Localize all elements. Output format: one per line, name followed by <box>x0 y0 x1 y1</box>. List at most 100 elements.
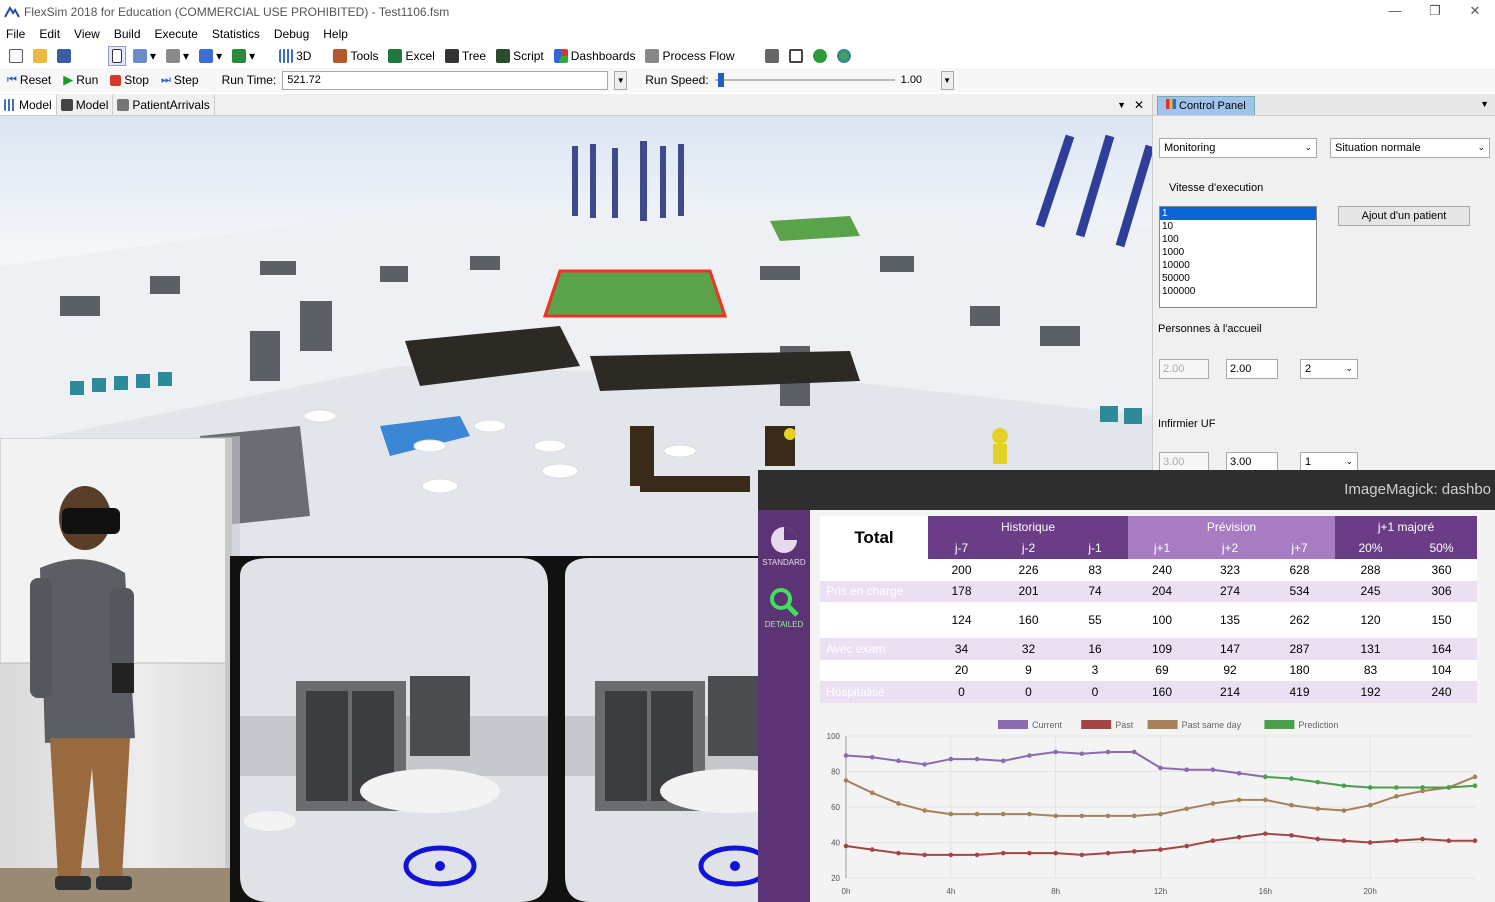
list-item[interactable]: 100000 <box>1160 285 1316 298</box>
data-point <box>843 753 849 758</box>
help-icon <box>812 49 827 63</box>
tab-patient-arrivals[interactable]: PatientArrivals <box>113 94 215 115</box>
folder-icon <box>33 49 47 63</box>
close-tab-icon[interactable]: ✕ <box>1134 98 1144 112</box>
column-header: j+1 <box>1128 537 1196 559</box>
window-button[interactable] <box>786 46 806 66</box>
new-button[interactable] <box>6 46 26 66</box>
group-button[interactable]: ▾ <box>229 46 258 66</box>
list-item[interactable]: 100 <box>1160 233 1316 246</box>
menu-file[interactable]: File <box>6 27 25 41</box>
list-item[interactable]: 1000 <box>1160 246 1316 259</box>
process-flow-icon <box>117 98 130 111</box>
data-point <box>843 778 849 783</box>
legend-swatch <box>1081 720 1112 729</box>
table-corner: Total <box>820 516 928 559</box>
tab-model-tree[interactable]: Model <box>57 94 114 115</box>
reset-label: Reset <box>19 73 52 87</box>
standard-view-button[interactable]: STANDARD <box>758 524 810 567</box>
run-button[interactable]: ▶ Run <box>60 70 101 90</box>
save-button[interactable] <box>54 46 74 66</box>
person-with-headset-image <box>0 438 232 902</box>
list-item[interactable]: 10000 <box>1160 259 1316 272</box>
data-point <box>1158 811 1163 817</box>
situation-select[interactable]: Situation normale ⌄ <box>1330 138 1490 158</box>
layout-button[interactable] <box>762 46 782 66</box>
list-item[interactable]: 10 <box>1160 220 1316 233</box>
tools-label: Tools <box>350 49 379 63</box>
speed-list[interactable]: 1 10 100 1000 10000 50000 100000 <box>1159 206 1317 308</box>
step-button[interactable]: ⏭ Step <box>158 70 202 90</box>
dashboards-button[interactable]: Dashboards <box>551 46 639 66</box>
excel-button[interactable]: Excel <box>385 46 437 66</box>
run-speed-dropdown[interactable]: ▼ <box>940 70 954 90</box>
reception-min-field[interactable]: 2.00 <box>1159 359 1209 379</box>
reception-select[interactable]: 2 ⌄ <box>1300 359 1358 379</box>
help-button[interactable] <box>810 46 830 66</box>
y-tick-label: 100 <box>827 732 841 741</box>
add-patient-button[interactable]: Ajout d'un patient <box>1338 206 1470 226</box>
reception-label: Personnes à l'accueil <box>1158 323 1262 335</box>
connect-button[interactable]: ▾ <box>130 46 159 66</box>
mode-select[interactable]: Monitoring ⌄ <box>1159 138 1317 158</box>
reception-value-field[interactable]: 2.00 <box>1226 359 1278 379</box>
minimize-button[interactable]: — <box>1375 0 1415 24</box>
script-button[interactable]: Script <box>493 46 547 66</box>
close-button[interactable]: ✕ <box>1455 0 1495 24</box>
table-cell: 16 <box>1062 638 1128 660</box>
3d-button[interactable]: 3D <box>276 46 314 66</box>
table-cell: 32 <box>995 638 1062 660</box>
tabs-dropdown-icon[interactable]: ▼ <box>1117 100 1126 110</box>
table-cell: 124 <box>928 602 995 638</box>
open-button[interactable] <box>30 46 50 66</box>
table-cell: 160 <box>1128 681 1196 703</box>
run-speed-label: Run Speed: <box>645 73 709 87</box>
data-point <box>1184 843 1190 849</box>
tree-button[interactable]: Tree <box>442 46 489 66</box>
nurse-min-field[interactable]: 3.00 <box>1159 452 1209 472</box>
menu-debug[interactable]: Debug <box>274 27 309 41</box>
process-flow-button[interactable]: Process Flow <box>642 46 737 66</box>
data-point <box>869 755 875 760</box>
panel-dropdown-icon[interactable]: ▼ <box>1480 99 1489 109</box>
run-speed-thumb[interactable] <box>718 73 725 87</box>
select-mode-button[interactable] <box>108 46 126 66</box>
nurse-value-field[interactable]: 3.00 <box>1226 452 1278 472</box>
menu-build[interactable]: Build <box>114 27 141 41</box>
run-speed-slider[interactable] <box>714 72 895 88</box>
data-point <box>1367 840 1373 845</box>
table-cell: 262 <box>1264 602 1335 638</box>
menu-edit[interactable]: Edit <box>39 27 60 41</box>
tab-control-panel[interactable]: Control Panel <box>1157 96 1255 115</box>
legend-label: Past <box>1115 720 1134 730</box>
shape-button[interactable]: ▾ <box>196 46 225 66</box>
run-time-field[interactable]: 521.72 <box>282 70 609 90</box>
speed-label: Vitesse d'execution <box>1169 182 1264 194</box>
reset-icon: ⏮ <box>7 73 17 86</box>
menu-view[interactable]: View <box>74 27 100 41</box>
online-button[interactable] <box>834 46 854 66</box>
list-item[interactable]: 50000 <box>1160 272 1316 285</box>
excel-icon <box>388 49 403 63</box>
menu-help[interactable]: Help <box>323 27 348 41</box>
data-point <box>1184 806 1190 812</box>
table-cell: 55 <box>1062 602 1128 638</box>
tools-button[interactable]: Tools <box>330 46 381 66</box>
window-icon <box>788 49 803 63</box>
list-item[interactable]: 1 <box>1160 207 1316 220</box>
nurse-select[interactable]: 1 ⌄ <box>1300 452 1358 472</box>
network-button[interactable]: ▾ <box>163 46 192 66</box>
table-cell: 226 <box>995 559 1062 581</box>
run-time-dropdown[interactable]: ▼ <box>614 70 628 90</box>
stop-button[interactable]: Stop <box>107 70 152 90</box>
detailed-view-button[interactable]: DETAILED <box>758 586 810 629</box>
restore-button[interactable]: ❐ <box>1415 0 1455 24</box>
tab-model-3d[interactable]: Model <box>0 94 57 115</box>
save-icon <box>57 49 71 63</box>
data-point <box>1289 833 1294 838</box>
menu-execute[interactable]: Execute <box>155 27 198 41</box>
data-point <box>1236 834 1242 840</box>
menu-statistics[interactable]: Statistics <box>212 27 260 41</box>
data-point <box>1315 806 1321 812</box>
reset-button[interactable]: ⏮ Reset <box>4 70 54 90</box>
